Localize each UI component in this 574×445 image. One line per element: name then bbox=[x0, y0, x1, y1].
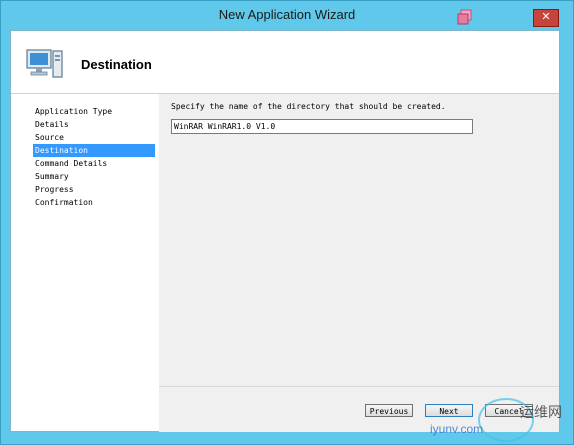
window-title: New Application Wizard bbox=[218, 7, 356, 22]
directory-prompt: Specify the name of the directory that s… bbox=[171, 102, 446, 111]
nav-step-summary[interactable]: Summary bbox=[33, 170, 155, 183]
nav-step-source[interactable]: Source bbox=[33, 131, 155, 144]
previous-button[interactable]: Previous bbox=[365, 404, 413, 417]
nav-step-details[interactable]: Details bbox=[33, 118, 155, 131]
close-button[interactable]: ✕ bbox=[533, 9, 559, 27]
title-bar[interactable]: New Application Wizard ✕ bbox=[1, 1, 573, 29]
nav-step-progress[interactable]: Progress bbox=[33, 183, 155, 196]
main-content: Specify the name of the directory that s… bbox=[159, 94, 559, 381]
nav-step-command-details[interactable]: Command Details bbox=[33, 157, 155, 170]
app-stack-icon bbox=[457, 9, 472, 25]
watermark-text-bottom: iyunv.com bbox=[430, 422, 484, 436]
page-title: Destination bbox=[81, 57, 152, 72]
nav-step-confirmation[interactable]: Confirmation bbox=[33, 196, 155, 209]
nav-step-destination[interactable]: Destination bbox=[33, 144, 155, 157]
computer-icon bbox=[26, 49, 63, 78]
directory-name-input[interactable] bbox=[171, 119, 473, 134]
wizard-client-area: Destination Application Type Details Sou… bbox=[10, 30, 560, 432]
wizard-window: New Application Wizard ✕ Destination App… bbox=[0, 0, 574, 445]
nav-step-application-type[interactable]: Application Type bbox=[33, 105, 155, 118]
next-button[interactable]: Next bbox=[425, 404, 473, 417]
watermark-text-top: 运维网 bbox=[520, 404, 562, 420]
header-banner: Destination bbox=[11, 31, 559, 94]
wizard-steps-nav: Application Type Details Source Destinat… bbox=[11, 94, 159, 431]
